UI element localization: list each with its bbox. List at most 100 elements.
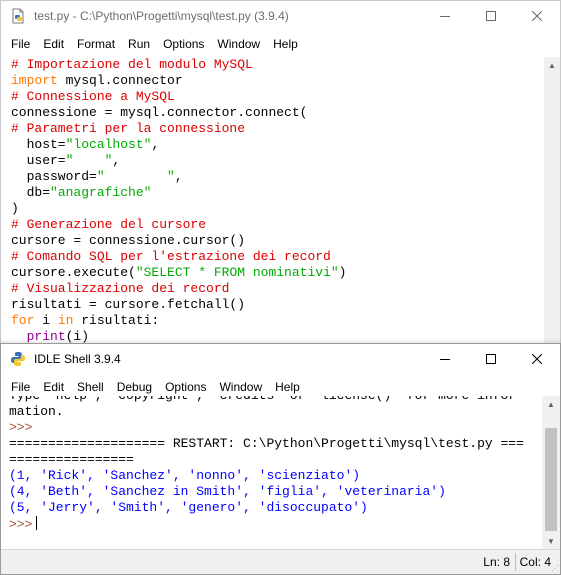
shell-prompt: >>> [9, 517, 33, 532]
shell-line: mation. [9, 404, 542, 420]
code-token-keyword: for [11, 313, 35, 328]
editor-titlebar[interactable]: test.py - C:\Python\Progetti\mysql\test.… [1, 1, 560, 31]
code-token-plain: host= [11, 137, 66, 152]
close-icon [532, 11, 542, 21]
shell-menu-file[interactable]: File [3, 380, 35, 394]
code-line: # Visualizzazione dei record [11, 281, 544, 297]
shell-window: IDLE Shell 3.9.4 File Edit Shell Debug Optio… [0, 343, 561, 575]
editor-code-area[interactable]: # Importazione del modulo MySQL import my… [1, 57, 544, 347]
editor-title: test.py - C:\Python\Progetti\mysql\test.… [34, 9, 289, 23]
minimize-icon [440, 359, 450, 360]
code-line: ) [11, 201, 544, 217]
shell-title: IDLE Shell 3.9.4 [34, 352, 121, 366]
shell-line: >>> [9, 420, 542, 436]
shell-maximize-button[interactable] [468, 344, 514, 374]
code-token-plain: ) [11, 201, 19, 216]
code-token-comment: # Parametri per la connessione [11, 121, 246, 136]
code-token-plain: ================ [9, 452, 134, 467]
maximize-icon [486, 354, 496, 364]
code-token-comment: # Generazione del cursore [11, 217, 207, 232]
editor-minimize-button[interactable] [422, 1, 468, 31]
shell-menu-edit[interactable]: Edit [35, 380, 69, 394]
shell-line: (5, 'Jerry', 'Smith', 'genero', 'disoccu… [9, 500, 542, 516]
code-token-string: " " [96, 169, 175, 184]
code-line: cursore.execute("SELECT * FROM nominativ… [11, 265, 544, 281]
code-line: # Generazione del cursore [11, 217, 544, 233]
shell-line: (1, 'Rick', 'Sanchez', 'nonno', 'scienzi… [9, 468, 542, 484]
shell-close-button[interactable] [514, 344, 560, 374]
code-token-comment: # Comando SQL per l'estrazione dei recor… [11, 249, 331, 264]
editor-menu-run[interactable]: Run [120, 37, 155, 51]
code-line: for i in risultati: [11, 313, 544, 329]
shell-menu-shell[interactable]: Shell [69, 380, 109, 394]
code-token-plain: (i) [65, 329, 90, 344]
editor-close-button[interactable] [514, 1, 560, 31]
shell-menu-options[interactable]: Options [157, 380, 211, 394]
editor-menu-window[interactable]: Window [209, 37, 265, 51]
code-token-plain: i [34, 313, 58, 328]
editor-menubar: File Edit Format Run Options Window Help [1, 31, 560, 57]
code-token-keyword: import [11, 73, 58, 88]
status-line-number: Ln: 8 [483, 555, 510, 569]
minimize-icon [440, 16, 450, 17]
shell-prompt-line[interactable]: >>> [9, 516, 542, 532]
code-token-plain: password= [11, 169, 97, 184]
code-token-plain: Type "help", "copyright", "credits" or "… [9, 396, 516, 403]
scroll-up-arrow-icon[interactable]: ▲ [542, 396, 560, 412]
shell-line: ==================== RESTART: C:\Python\… [9, 436, 542, 452]
code-token-string: " " [65, 153, 113, 168]
scroll-up-arrow-icon[interactable]: ▲ [544, 57, 560, 73]
code-line: # Connessione a MySQL [11, 89, 544, 105]
shell-window-controls [422, 344, 560, 374]
code-line: import mysql.connector [11, 73, 544, 89]
code-token-output: (5, 'Jerry', 'Smith', 'genero', 'disoccu… [9, 500, 368, 515]
code-token-plain: cursore = connessione.cursor() [11, 233, 246, 248]
editor-menu-edit[interactable]: Edit [35, 37, 69, 51]
code-token-plain: mysql.connector [57, 73, 183, 88]
code-line: # Comando SQL per l'estrazione dei recor… [11, 249, 544, 265]
resize-grip-icon[interactable]: ⋰ [551, 565, 559, 573]
code-line: # Parametri per la connessione [11, 121, 544, 137]
shell-line: ================ [9, 452, 542, 468]
scroll-down-arrow-icon[interactable]: ▼ [542, 533, 560, 549]
status-column-number: Col: 4 [519, 555, 551, 569]
code-token-plain: ) [338, 265, 347, 280]
code-line: user=" ", [11, 153, 544, 169]
editor-menu-file[interactable]: File [3, 37, 35, 51]
shell-line: Type "help", "copyright", "credits" or "… [9, 396, 542, 404]
code-token-plain: connessione = mysql.connector.connect( [11, 105, 308, 120]
code-line: risultati = cursore.fetchall() [11, 297, 544, 313]
code-token-plain: , [112, 153, 121, 168]
shell-output-area[interactable]: Type "help", "copyright", "credits" or "… [1, 396, 542, 549]
code-token-plain: cursore.execute( [11, 265, 136, 280]
shell-menu-debug[interactable]: Debug [109, 380, 157, 394]
shell-scroll-thumb[interactable] [545, 428, 557, 531]
code-token-comment: # Connessione a MySQL [11, 89, 175, 104]
code-token-builtin: print [26, 329, 66, 344]
code-token-prompt: >>> [9, 420, 41, 435]
editor-maximize-button[interactable] [468, 1, 514, 31]
editor-menu-options[interactable]: Options [155, 37, 209, 51]
editor-window: test.py - C:\Python\Progetti\mysql\test.… [0, 0, 561, 348]
editor-menu-format[interactable]: Format [69, 37, 120, 51]
code-line: cursore = connessione.cursor() [11, 233, 544, 249]
maximize-icon [486, 11, 496, 21]
code-token-comment: # Importazione del modulo MySQL [11, 57, 253, 72]
shell-menu-help[interactable]: Help [267, 380, 305, 394]
code-token-string: "anagrafiche" [50, 185, 152, 200]
shell-titlebar[interactable]: IDLE Shell 3.9.4 [1, 344, 560, 374]
shell-statusbar: Ln: 8 Col: 4 ⋰ [1, 549, 560, 574]
code-token-plain: , [174, 169, 183, 184]
editor-scrollbar[interactable]: ▲ [544, 57, 560, 347]
code-line: connessione = mysql.connector.connect( [11, 105, 544, 121]
code-token-string: "SELECT * FROM nominativi" [135, 265, 339, 280]
shell-scrollbar[interactable]: ▲ ▼ [542, 396, 560, 549]
code-token-output: (1, 'Rick', 'Sanchez', 'nonno', 'scienzi… [9, 468, 361, 483]
code-token-plain: db= [11, 185, 51, 200]
code-token-plain: ==================== RESTART: C:\Python\… [9, 436, 524, 451]
shell-menu-window[interactable]: Window [211, 380, 267, 394]
editor-menu-help[interactable]: Help [265, 37, 303, 51]
code-line: # Importazione del modulo MySQL [11, 57, 544, 73]
shell-minimize-button[interactable] [422, 344, 468, 374]
